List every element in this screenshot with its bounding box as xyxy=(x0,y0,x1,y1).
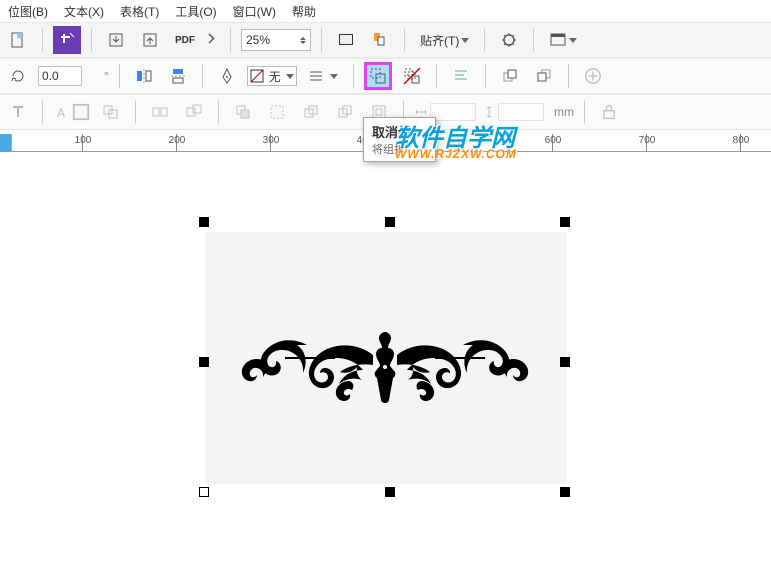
rotation-stepper[interactable] xyxy=(88,62,102,90)
import-button[interactable] xyxy=(102,26,130,54)
fullscreen-button[interactable] xyxy=(332,26,360,54)
watermark: 软件自学网 WWW.RJZXW.COM xyxy=(395,118,517,161)
separator xyxy=(230,28,231,52)
lock-ratio-button[interactable] xyxy=(595,98,623,126)
rotate-button[interactable] xyxy=(4,62,32,90)
handle-sw[interactable] xyxy=(199,487,209,497)
pdf-export-button[interactable]: PDF xyxy=(170,26,220,54)
para-button[interactable] xyxy=(97,98,125,126)
export-button[interactable] xyxy=(136,26,164,54)
menu-help[interactable]: 帮助 xyxy=(292,3,316,20)
separator xyxy=(202,64,203,88)
zoom-input[interactable]: 25% xyxy=(241,29,311,51)
separator xyxy=(42,28,43,52)
separator xyxy=(533,28,534,52)
menu-bitmap[interactable]: 位图(B) xyxy=(8,3,48,20)
separator xyxy=(321,28,322,52)
handle-w[interactable] xyxy=(199,357,209,367)
ruler-origin[interactable] xyxy=(0,134,12,152)
handle-n[interactable] xyxy=(385,217,395,227)
separator xyxy=(119,64,120,88)
char-button[interactable]: A xyxy=(53,98,91,126)
menu-text[interactable]: 文本(X) xyxy=(64,3,104,20)
options-button[interactable] xyxy=(495,26,523,54)
launch-dropdown[interactable] xyxy=(544,26,582,54)
menu-table[interactable]: 表格(T) xyxy=(120,3,159,20)
separator xyxy=(135,100,136,124)
rotation-input[interactable]: 0.0 xyxy=(38,66,82,86)
separator xyxy=(353,64,354,88)
intersect-button[interactable] xyxy=(229,98,257,126)
degree-symbol: ° xyxy=(104,69,109,83)
svg-text:A: A xyxy=(57,106,65,120)
unit-label: mm xyxy=(554,105,574,119)
canvas[interactable] xyxy=(0,192,771,584)
menu-bar: 位图(B) 文本(X) 表格(T) 工具(O) 窗口(W) 帮助 xyxy=(0,0,771,22)
mirror-v-button[interactable] xyxy=(164,62,192,90)
add-button[interactable] xyxy=(579,62,607,90)
separator xyxy=(218,100,219,124)
back-minus-button[interactable] xyxy=(331,98,359,126)
align-button[interactable] xyxy=(447,62,475,90)
handle-se[interactable] xyxy=(560,487,570,497)
weld-button[interactable] xyxy=(146,98,174,126)
handle-e[interactable] xyxy=(560,357,570,367)
separator xyxy=(436,64,437,88)
ungroup-all-button[interactable] xyxy=(398,62,426,90)
front-minus-button[interactable] xyxy=(297,98,325,126)
separator xyxy=(485,64,486,88)
watermark-url: WWW.RJZXW.COM xyxy=(395,147,517,161)
trim-button[interactable] xyxy=(180,98,208,126)
toolbar-properties: 0.0 ° 无 xyxy=(0,58,771,94)
ungroup-button[interactable] xyxy=(364,62,392,90)
text-tool-button[interactable] xyxy=(4,98,32,126)
menu-window[interactable]: 窗口(W) xyxy=(233,3,276,20)
separator xyxy=(568,64,569,88)
handle-ne[interactable] xyxy=(560,217,570,227)
new-doc-button[interactable] xyxy=(4,26,32,54)
separator xyxy=(584,100,585,124)
preview-button[interactable] xyxy=(366,26,394,54)
separator xyxy=(484,28,485,52)
ornament-object[interactable] xyxy=(225,317,545,417)
toolbar-main: PDF 25% 贴齐(T) xyxy=(0,22,771,58)
separator xyxy=(404,28,405,52)
to-back-button[interactable] xyxy=(530,62,558,90)
menu-tools[interactable]: 工具(O) xyxy=(175,3,216,20)
to-front-button[interactable] xyxy=(496,62,524,90)
simplify-button[interactable] xyxy=(263,98,291,126)
zoom-value: 25% xyxy=(246,33,270,47)
handle-s[interactable] xyxy=(385,487,395,497)
snap-dropdown[interactable]: 贴齐(T) xyxy=(415,26,474,54)
separator xyxy=(91,28,92,52)
outline-width-dropdown[interactable] xyxy=(303,62,343,90)
mirror-h-button[interactable] xyxy=(130,62,158,90)
separator xyxy=(42,100,43,124)
handle-nw[interactable] xyxy=(199,217,209,227)
fill-dropdown[interactable]: 无 xyxy=(247,66,297,86)
pen-button[interactable] xyxy=(213,62,241,90)
crop-button[interactable] xyxy=(53,26,81,54)
